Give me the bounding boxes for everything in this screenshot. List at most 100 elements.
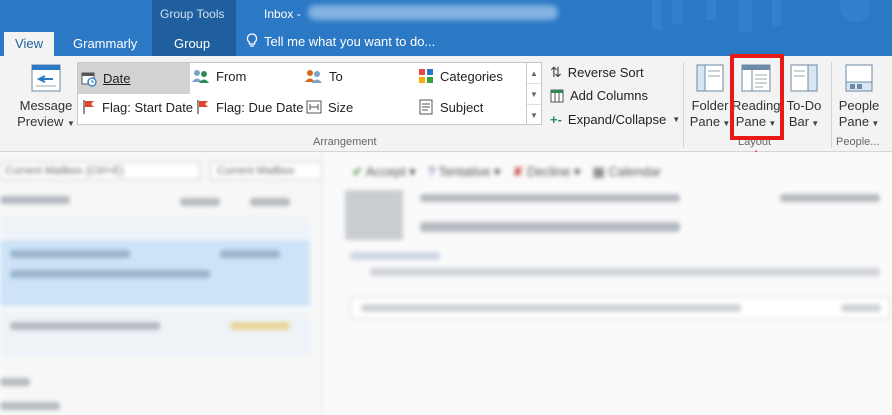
message-preview-line1: Message	[19, 98, 73, 113]
respond-toolbar: ✔ Accept ▾ ? Tentative ▾ ✘ Decline ▾ ▦ C…	[352, 164, 661, 180]
gallery-more[interactable]: ▼	[527, 105, 541, 126]
check-icon: ✔	[352, 164, 363, 179]
todo-bar-button[interactable]: To-Do Bar ▼	[782, 64, 826, 132]
mailbox-scope-dropdown[interactable]: Current Mailbox	[210, 162, 322, 180]
redacted-email	[308, 5, 558, 20]
gallery-scroll-up[interactable]: ▲	[527, 63, 541, 84]
message-notice	[350, 297, 890, 319]
columns-icon	[550, 89, 564, 102]
arrangement-group-label: Arrangement	[313, 136, 377, 148]
flag-icon	[197, 100, 208, 114]
list-item[interactable]	[0, 312, 310, 356]
highlight-box	[730, 54, 784, 140]
arrange-to-label: To	[329, 68, 343, 84]
categories-icon	[419, 69, 433, 83]
gallery-scroll-down[interactable]: ▼	[527, 84, 541, 105]
arrange-subject-label: Subject	[440, 99, 484, 115]
expand-collapse-label: Expand/Collapse	[567, 112, 667, 127]
add-columns-button[interactable]: Add Columns	[550, 88, 648, 103]
message-date	[780, 194, 880, 202]
expand-collapse-icon: +-	[550, 112, 562, 127]
window-title: Inbox -	[264, 7, 301, 21]
decline-button[interactable]: ✘ Decline ▾	[513, 164, 581, 180]
reverse-sort-label: Reverse Sort	[567, 65, 644, 80]
message-list-pane[interactable]: Current Mailbox (Ctrl+E) Current Mailbox	[0, 152, 322, 415]
tell-me-search[interactable]: Tell me what you want to do...	[246, 33, 435, 49]
arrange-flag-due-label: Flag: Due Date	[216, 99, 304, 115]
expand-collapse-button[interactable]: +- Expand/Collapse ▼	[550, 112, 680, 127]
calendar-label: Calendar	[608, 164, 662, 179]
accept-button[interactable]: ✔ Accept ▾	[352, 164, 416, 180]
chevron-down-icon: ▼	[720, 119, 731, 128]
filter-tab	[180, 198, 220, 206]
group-tools-label: Group Tools	[160, 7, 225, 21]
tab-view[interactable]: View	[4, 32, 54, 56]
people-icon	[305, 70, 322, 83]
people-pane-line1: People	[838, 98, 880, 113]
arrange-by-flag-due[interactable]: Flag: Due Date	[196, 99, 303, 115]
message-info	[370, 268, 880, 276]
close-icon: ✘	[512, 164, 524, 179]
people-icon	[192, 70, 209, 83]
tentative-button[interactable]: ? Tentative ▾	[428, 164, 501, 180]
arrangement-gallery: Date From To Categories Flag: Start Date…	[77, 62, 527, 125]
arrange-by-flag-start[interactable]: Flag: Start Date	[82, 99, 193, 115]
message-preview-line2: Preview	[17, 114, 64, 129]
decorative-pattern	[706, 0, 716, 20]
arrange-by-to[interactable]: To	[305, 68, 343, 84]
tab-group[interactable]: Group	[174, 32, 210, 56]
todo-bar-line1: To-Do	[786, 98, 822, 113]
group-divider	[831, 62, 832, 148]
message-preview-button[interactable]: Message Preview ▼	[16, 64, 76, 132]
people-pane-icon	[845, 64, 873, 92]
chevron-down-icon: ▼	[869, 119, 880, 128]
search-input[interactable]: Current Mailbox (Ctrl+E)	[0, 162, 200, 180]
arrange-size-label: Size	[328, 99, 354, 115]
people-group-label: People...	[836, 136, 880, 148]
filter-tab	[0, 196, 70, 204]
question-icon: ?	[427, 164, 435, 179]
arrange-by-categories[interactable]: Categories	[418, 68, 503, 84]
message-subject	[420, 222, 680, 232]
chevron-down-icon: ▼	[66, 119, 75, 128]
group-header	[0, 378, 30, 386]
sort-arrows-icon: ⇅	[550, 64, 562, 80]
decorative-pattern	[772, 0, 782, 26]
arrange-by-subject[interactable]: Subject	[418, 99, 483, 115]
decorative-pattern	[652, 0, 662, 30]
chevron-down-icon: ▼	[809, 119, 820, 128]
todo-bar-line2: Bar	[788, 114, 810, 129]
calendar-icon: ▦	[592, 164, 605, 179]
arrange-by-from[interactable]: From	[192, 68, 246, 84]
chevron-down-icon: ▼	[672, 115, 681, 124]
message-preview-icon	[31, 64, 61, 92]
title-bar: Group Tools Inbox - View Grammarly Group…	[0, 0, 892, 56]
arrange-by-size[interactable]: Size	[306, 99, 353, 115]
tentative-label: Tentative	[438, 164, 491, 179]
blurred-region: Current Mailbox (Ctrl+E) Current Mailbox…	[0, 152, 892, 415]
calendar-clock-icon	[81, 72, 97, 87]
decorative-pattern	[672, 0, 682, 24]
tab-grammarly[interactable]: Grammarly	[73, 32, 137, 56]
list-item[interactable]	[0, 216, 310, 238]
message-header	[420, 194, 680, 202]
reverse-sort-button[interactable]: ⇅ Reverse Sort	[550, 64, 644, 81]
decline-label: Decline	[527, 164, 571, 179]
accept-label: Accept	[365, 164, 406, 179]
arrange-by-date[interactable]: Date	[78, 63, 190, 94]
flag-icon	[83, 100, 94, 114]
arrange-date-label: Date	[103, 71, 131, 86]
people-pane-button[interactable]: People Pane ▼	[836, 64, 882, 132]
list-item[interactable]	[0, 240, 310, 306]
folder-pane-button[interactable]: Folder Pane ▼	[688, 64, 732, 132]
todo-bar-icon	[790, 64, 818, 92]
arrange-from-label: From	[216, 68, 247, 84]
subject-icon	[419, 99, 433, 115]
folder-pane-icon	[696, 64, 724, 92]
arrange-flag-start-label: Flag: Start Date	[102, 99, 194, 115]
calendar-button[interactable]: ▦ Calendar	[593, 164, 662, 180]
lightbulb-icon	[246, 33, 258, 47]
filter-tab	[250, 198, 290, 206]
gallery-scroller[interactable]: ▲ ▼ ▼	[527, 62, 542, 125]
avatar	[345, 190, 403, 240]
